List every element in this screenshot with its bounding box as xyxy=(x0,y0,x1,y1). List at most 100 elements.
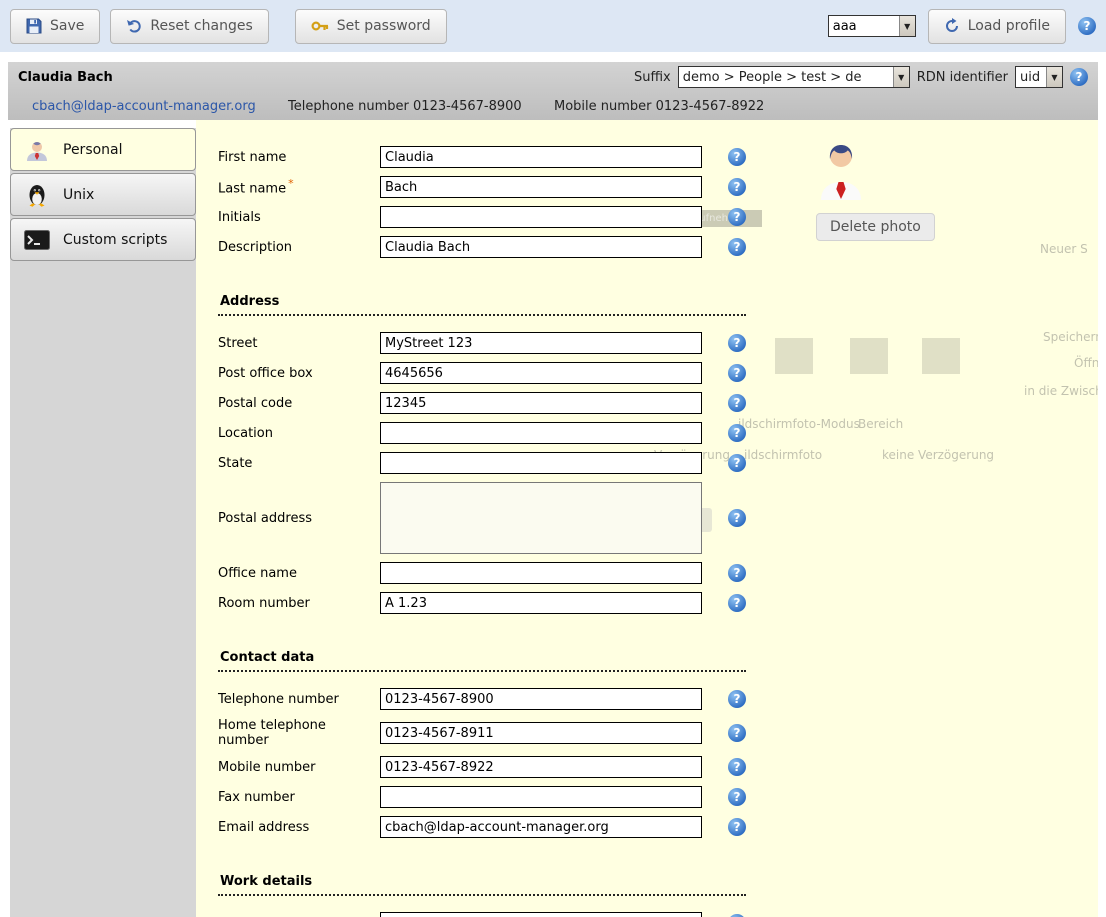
rdn-identifier-select[interactable]: uid xyxy=(1015,66,1063,88)
help-icon[interactable] xyxy=(728,394,746,412)
undo-icon xyxy=(126,18,142,34)
main-content: Screenshot aufneh Neuer S Speichern Öffn… xyxy=(196,120,1098,917)
telephone-number-input[interactable] xyxy=(380,688,702,710)
help-icon[interactable] xyxy=(1070,68,1088,86)
delete-photo-button[interactable]: Delete photo xyxy=(816,213,935,241)
home-telephone-number-input[interactable] xyxy=(380,722,702,744)
post-office-box-input[interactable] xyxy=(380,362,702,384)
help-icon[interactable] xyxy=(728,454,746,472)
field-label: First name xyxy=(218,150,380,165)
load-profile-button[interactable]: Load profile xyxy=(928,9,1066,44)
help-icon[interactable] xyxy=(728,238,746,256)
help-icon[interactable] xyxy=(728,364,746,382)
form-row-postal-address: Postal address xyxy=(218,482,756,554)
field-label: Description xyxy=(218,240,380,255)
postal-address-textarea[interactable] xyxy=(380,482,702,554)
ghost-text: Neuer S xyxy=(1040,242,1088,256)
toolbar-right-group: aaa Load profile xyxy=(828,9,1096,44)
help-icon[interactable] xyxy=(728,788,746,806)
email-link[interactable]: cbach@ldap-account-manager.org xyxy=(32,99,288,114)
location-input[interactable] xyxy=(380,422,702,444)
form-row-fax: Fax number xyxy=(218,786,756,808)
room-number-input[interactable] xyxy=(380,592,702,614)
ghost-text: Bereich xyxy=(858,417,903,431)
account-header-row2: cbach@ldap-account-manager.org Telephone… xyxy=(8,92,1098,120)
street-input[interactable] xyxy=(380,332,702,354)
ghost-text: Öffne xyxy=(1074,356,1098,370)
set-password-button-label: Set password xyxy=(337,18,431,34)
help-icon[interactable] xyxy=(1078,17,1096,35)
help-icon[interactable] xyxy=(728,148,746,166)
tab-unix[interactable]: Unix xyxy=(10,173,196,216)
form-row-mobile: Mobile number xyxy=(218,756,756,778)
form-row-postal-code: Postal code xyxy=(218,392,756,414)
chevron-down-icon xyxy=(893,67,909,87)
form-row-telephone: Telephone number xyxy=(218,688,756,710)
fax-number-input[interactable] xyxy=(380,786,702,808)
user-photo xyxy=(818,142,864,204)
help-icon[interactable] xyxy=(728,818,746,836)
header-telephone-text: Telephone number 0123-4567-8900 xyxy=(288,99,554,114)
ghost-thumbnail xyxy=(775,338,813,374)
help-icon[interactable] xyxy=(728,509,746,527)
page-title: Claudia Bach xyxy=(18,70,113,85)
postal-code-input[interactable] xyxy=(380,392,702,414)
reset-changes-button[interactable]: Reset changes xyxy=(110,9,268,44)
save-button-label: Save xyxy=(50,18,84,34)
job-title-input[interactable] xyxy=(380,912,702,917)
tab-custom-scripts-label: Custom scripts xyxy=(63,232,167,248)
ghost-text: Speichern xyxy=(1043,330,1098,344)
form-row-initials: Initials xyxy=(218,206,756,228)
person-icon xyxy=(23,138,51,162)
help-icon[interactable] xyxy=(728,424,746,442)
form-row-last-name: Last name* xyxy=(218,176,756,198)
field-label: Mobile number xyxy=(218,760,380,775)
form-row-location: Location xyxy=(218,422,756,444)
help-icon[interactable] xyxy=(728,594,746,612)
save-icon xyxy=(26,18,42,34)
rdn-identifier-label: RDN identifier xyxy=(917,70,1008,85)
mobile-number-input[interactable] xyxy=(380,756,702,778)
personal-form: First name Last name* Initials Descripti… xyxy=(196,120,756,917)
help-icon[interactable] xyxy=(728,724,746,742)
office-name-input[interactable] xyxy=(380,562,702,584)
field-label: Postal code xyxy=(218,396,380,411)
account-header: Claudia Bach Suffix demo > People > test… xyxy=(8,62,1098,120)
account-header-row1: Claudia Bach Suffix demo > People > test… xyxy=(8,62,1098,92)
section-header-contact-data: Contact data xyxy=(218,648,746,672)
tab-personal[interactable]: Personal xyxy=(10,128,196,171)
help-icon[interactable] xyxy=(728,758,746,776)
chevron-down-icon xyxy=(1046,67,1062,87)
set-password-button[interactable]: Set password xyxy=(295,9,447,44)
form-row-street: Street xyxy=(218,332,756,354)
initials-input[interactable] xyxy=(380,206,702,228)
state-input[interactable] xyxy=(380,452,702,474)
help-icon[interactable] xyxy=(728,178,746,196)
help-icon[interactable] xyxy=(728,564,746,582)
help-icon[interactable] xyxy=(728,208,746,226)
field-label: State xyxy=(218,456,380,471)
email-address-input[interactable] xyxy=(380,816,702,838)
header-right-group: Suffix demo > People > test > de RDN ide… xyxy=(634,66,1088,88)
help-icon[interactable] xyxy=(728,334,746,352)
tab-personal-label: Personal xyxy=(63,142,123,158)
form-row-room-number: Room number xyxy=(218,592,756,614)
field-label: Initials xyxy=(218,210,380,225)
profile-select[interactable]: aaa xyxy=(828,15,916,37)
form-row-home-telephone: Home telephone number xyxy=(218,718,756,748)
help-icon[interactable] xyxy=(728,690,746,708)
tab-custom-scripts[interactable]: Custom scripts xyxy=(10,218,196,261)
suffix-select[interactable]: demo > People > test > de xyxy=(678,66,910,88)
header-mobile-text: Mobile number 0123-4567-8922 xyxy=(554,99,764,114)
rdn-select-value: uid xyxy=(1016,67,1046,87)
first-name-input[interactable] xyxy=(380,146,702,168)
form-row-office-name: Office name xyxy=(218,562,756,584)
ghost-thumbnail xyxy=(850,338,888,374)
form-row-description: Description xyxy=(218,236,756,258)
description-input[interactable] xyxy=(380,236,702,258)
last-name-input[interactable] xyxy=(380,176,702,198)
field-label: Postal address xyxy=(218,511,380,526)
field-label: Home telephone number xyxy=(218,718,380,748)
save-button[interactable]: Save xyxy=(10,9,100,44)
toolbar: Save Reset changes Set password aaa Load… xyxy=(0,0,1106,52)
